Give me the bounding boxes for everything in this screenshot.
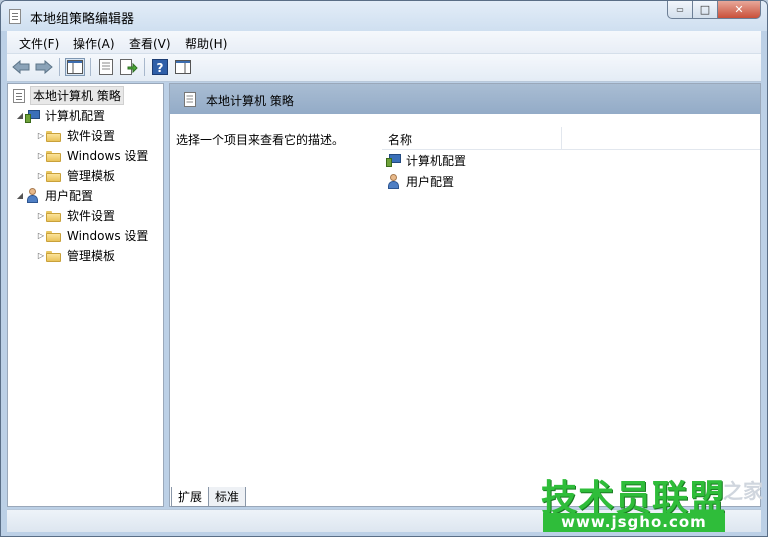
expand-arrow-icon[interactable]: ▷: [36, 251, 46, 260]
toolbar-separator: [90, 58, 91, 76]
expand-arrow-icon[interactable]: ▷: [36, 171, 46, 180]
maximize-button[interactable]: □: [692, 1, 718, 19]
menu-file[interactable]: 文件(F): [19, 35, 59, 52]
tree-item-admin-templates[interactable]: ▷ 管理模板: [36, 246, 115, 265]
tree-node-computer-config[interactable]: ◢ 计算机配置: [15, 106, 105, 125]
expand-arrow-icon[interactable]: ▷: [36, 211, 46, 220]
back-button[interactable]: [11, 58, 31, 76]
menu-action[interactable]: 操作(A): [73, 35, 115, 52]
app-icon: [9, 9, 21, 24]
menu-view[interactable]: 查看(V): [129, 35, 171, 52]
list-item-label: 计算机配置: [406, 153, 467, 168]
column-header-name[interactable]: 名称: [388, 131, 412, 148]
expand-arrow-icon[interactable]: ▷: [36, 231, 46, 240]
minimize-icon: ▭: [676, 5, 684, 14]
properties-icon: [99, 59, 113, 75]
tree-item-label: 软件设置: [67, 209, 116, 223]
tree-item-label: Windows 设置: [67, 149, 149, 163]
title-bar[interactable]: 本地组策略编辑器 ▭ □ ✕: [1, 1, 767, 31]
tree-item-software-settings[interactable]: ▷ 软件设置: [36, 206, 115, 225]
folder-icon: [46, 250, 62, 262]
toolbar-separator: [144, 58, 145, 76]
tree-item-admin-templates[interactable]: ▷ 管理模板: [36, 166, 115, 185]
folder-icon: [46, 130, 62, 142]
toolbar: ?: [7, 54, 761, 82]
tree-item-windows-settings[interactable]: ▷ Windows 设置: [36, 226, 148, 245]
tab-extended[interactable]: 扩展: [171, 487, 210, 507]
policy-document-icon: [13, 88, 25, 103]
tree-root[interactable]: 本地计算机 策略: [13, 86, 124, 105]
list-panel-top: [375, 114, 760, 128]
folder-icon: [46, 210, 62, 222]
tree-item-label: 管理模板: [67, 249, 116, 263]
tree-item-software-settings[interactable]: ▷ 软件设置: [36, 126, 115, 145]
detail-header-title: 本地计算机 策略: [206, 94, 294, 108]
tree-root-label: 本地计算机 策略: [30, 86, 124, 105]
folder-icon: [46, 170, 62, 182]
folder-icon: [46, 230, 62, 242]
tree-node-label: 用户配置: [45, 189, 94, 203]
show-hide-tree-button[interactable]: [65, 58, 85, 76]
minimize-button[interactable]: ▭: [667, 1, 693, 19]
show-hide-action-pane-button[interactable]: [173, 58, 193, 76]
tree-item-windows-settings[interactable]: ▷ Windows 设置: [36, 146, 148, 165]
menu-help[interactable]: 帮助(H): [185, 35, 227, 52]
computer-config-icon: [386, 153, 402, 167]
properties-button[interactable]: [96, 58, 116, 76]
watermark-site-text: www.jsgho.com: [543, 513, 725, 532]
detail-pane: 本地计算机 策略 选择一个项目来查看它的描述。 名称 计算机配置 用户配置: [169, 83, 761, 507]
tree-pane: 本地计算机 策略 ◢ 计算机配置 ▷ 软件设置 ▷ Windows 设置 ▷ 管…: [7, 83, 164, 507]
collapse-arrow-icon[interactable]: ◢: [15, 191, 25, 200]
forward-arrow-icon: [35, 60, 53, 74]
help-button[interactable]: ?: [150, 58, 170, 76]
user-config-icon: [25, 188, 41, 203]
menu-bar: 文件(F) 操作(A) 查看(V) 帮助(H): [7, 31, 761, 54]
folder-icon: [46, 150, 62, 162]
collapse-arrow-icon[interactable]: ◢: [15, 111, 25, 120]
detail-header: 本地计算机 策略: [170, 84, 760, 114]
expand-arrow-icon[interactable]: ▷: [36, 131, 46, 140]
close-button[interactable]: ✕: [717, 1, 761, 19]
tree-item-label: Windows 设置: [67, 229, 149, 243]
watermark-logo: 技术员联盟 之家 www.jsgho.com: [541, 469, 763, 535]
description-text: 选择一个项目来查看它的描述。: [176, 133, 345, 147]
main-window: 本地组策略编辑器 ▭ □ ✕ 文件(F) 操作(A) 查看(V) 帮助(H) ?…: [0, 0, 768, 537]
tree-item-label: 管理模板: [67, 169, 116, 183]
column-divider[interactable]: [561, 127, 562, 149]
tree-item-label: 软件设置: [67, 129, 116, 143]
export-list-button[interactable]: [119, 58, 139, 76]
svg-text:?: ?: [157, 61, 164, 75]
tab-standard[interactable]: 标准: [208, 487, 247, 507]
computer-config-icon: [25, 109, 41, 123]
column-header-row: 名称: [382, 127, 760, 150]
help-icon: ?: [152, 59, 168, 75]
policy-document-icon: [184, 92, 196, 107]
forward-button[interactable]: [34, 58, 54, 76]
watermark-side-text: 之家: [723, 479, 763, 503]
maximize-icon: □: [699, 3, 711, 16]
toolbar-separator: [59, 58, 60, 76]
caption-buttons: ▭ □ ✕: [667, 1, 761, 20]
list-item-user-config[interactable]: 用户配置: [386, 171, 454, 191]
list-item-computer-config[interactable]: 计算机配置: [386, 150, 466, 170]
show-hide-tree-icon: [67, 60, 83, 74]
tree-node-user-config[interactable]: ◢ 用户配置: [15, 186, 93, 205]
back-arrow-icon: [12, 60, 30, 74]
show-hide-action-pane-icon: [175, 60, 191, 74]
view-tabs: 扩展 标准: [171, 487, 247, 507]
tree-node-label: 计算机配置: [45, 109, 106, 123]
window-title: 本地组策略编辑器: [30, 12, 135, 27]
close-icon: ✕: [734, 3, 744, 16]
expand-arrow-icon[interactable]: ▷: [36, 151, 46, 160]
export-list-icon: [120, 59, 138, 75]
user-config-icon: [386, 173, 402, 189]
list-item-label: 用户配置: [406, 174, 455, 189]
